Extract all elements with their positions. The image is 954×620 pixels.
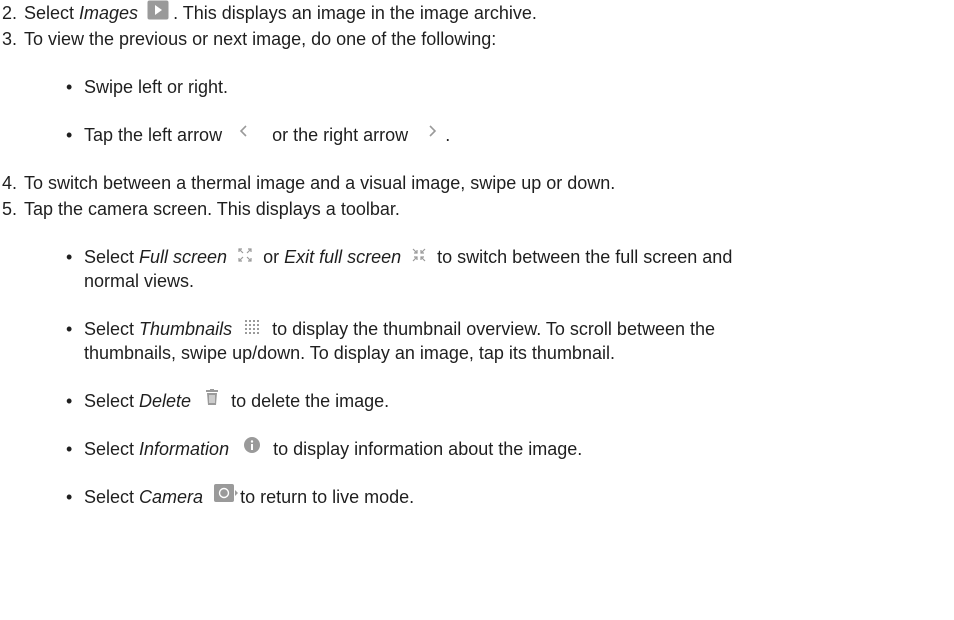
chevron-right-icon [425,121,439,137]
camera-icon [214,484,239,503]
exit-full-screen-label: Exit full screen [284,247,402,267]
step-text: To switch between a thermal image and a … [24,173,616,193]
step-number: 4. [2,173,18,193]
thumbnails-label: Thumbnails [139,319,233,339]
bullet: • [66,125,73,145]
grid-icon [245,317,260,335]
collapse-icon [412,245,426,262]
bullet-text: . [445,125,451,145]
information-label: Information [139,439,230,459]
bullet-text: Swipe left or right. [84,77,229,97]
step-text: To view the previous or next image, do o… [24,29,497,49]
step-number: 3. [2,29,18,49]
bullet: • [66,77,73,97]
step-text: . This displays an image in the image ar… [173,3,537,23]
step-number: 5. [2,199,18,219]
bullet: • [66,247,73,267]
bullet: • [66,487,73,507]
bullet-text: or the right arrow [272,125,409,145]
info-icon [244,436,261,454]
full-screen-label: Full screen [139,247,228,267]
step-text: Select [24,3,80,23]
bullet-text: Tap the left arrow [84,125,223,145]
camera-label: Camera [139,487,204,507]
play-thumbnail-icon [147,0,169,20]
bullet: • [66,391,73,411]
expand-icon [238,245,252,262]
images-label: Images [79,3,139,23]
step-number: 2. [2,3,18,23]
bullet: • [66,319,73,339]
bullet: • [66,439,73,459]
delete-label: Delete [139,391,192,411]
trash-icon [206,388,219,406]
step-text: Tap the camera screen. This displays a t… [24,199,400,219]
chevron-left-icon [237,121,251,137]
